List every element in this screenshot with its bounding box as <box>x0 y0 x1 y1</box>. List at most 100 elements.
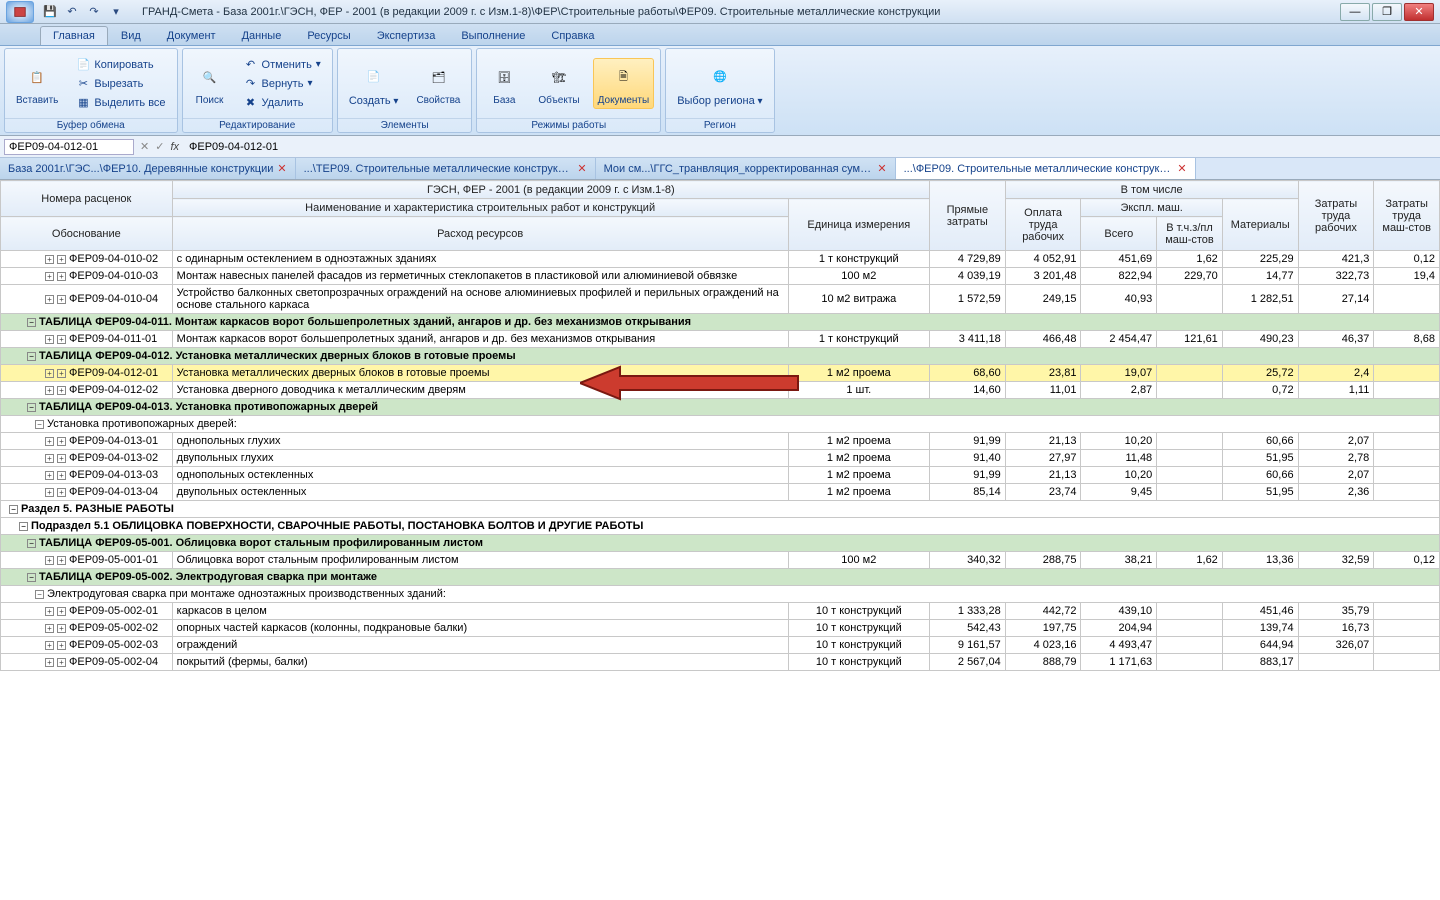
tree-toggle[interactable]: + <box>45 255 54 264</box>
tree-toggle[interactable]: + <box>57 437 66 446</box>
table-row[interactable]: ++ ФЕР09-04-013-04двупольных остекленных… <box>1 484 1440 501</box>
tree-toggle[interactable]: + <box>57 386 66 395</box>
tree-toggle[interactable]: + <box>45 641 54 650</box>
tree-toggle[interactable]: + <box>45 454 54 463</box>
tree-toggle[interactable]: + <box>57 641 66 650</box>
table-row[interactable]: − Установка противопожарных дверей: <box>1 416 1440 433</box>
table-row[interactable]: ++ ФЕР09-04-011-01Монтаж каркасов ворот … <box>1 331 1440 348</box>
close-tab-icon[interactable]: ✕ <box>277 162 286 175</box>
tree-toggle[interactable]: + <box>45 658 54 667</box>
table-row[interactable]: ++ ФЕР09-04-013-03однопольных остекленны… <box>1 467 1440 484</box>
col-labor-mach[interactable]: Затраты труда маш-стов <box>1374 181 1440 251</box>
paste-button[interactable]: 📋 Вставить <box>11 58 63 109</box>
table-row[interactable]: ++ ФЕР09-04-013-01однопольных глухих1 м2… <box>1 433 1440 450</box>
tree-toggle[interactable]: + <box>57 272 66 281</box>
tree-toggle[interactable]: + <box>45 335 54 344</box>
tree-toggle[interactable]: + <box>57 454 66 463</box>
tab-Выполнение[interactable]: Выполнение <box>448 26 538 45</box>
table-row[interactable]: ++ ФЕР09-04-010-02с одинарным остекление… <box>1 251 1440 268</box>
tree-toggle[interactable]: + <box>45 295 54 304</box>
tree-toggle[interactable]: + <box>57 624 66 633</box>
tree-toggle[interactable]: − <box>27 573 36 582</box>
close-tab-icon[interactable]: ✕ <box>1177 162 1186 175</box>
region-button[interactable]: 🌐 Выбор региона ▾ <box>672 58 767 110</box>
tree-toggle[interactable]: + <box>57 658 66 667</box>
qat-down-icon[interactable]: ▾ <box>106 3 126 21</box>
cut-button[interactable]: ✂Вырезать <box>71 75 170 93</box>
cancel-icon[interactable]: ✕ <box>140 140 149 153</box>
col-including[interactable]: В том числе <box>1005 181 1298 199</box>
close-tab-icon[interactable]: ✕ <box>577 162 586 175</box>
tree-toggle[interactable]: − <box>27 403 36 412</box>
tree-toggle[interactable]: + <box>57 295 66 304</box>
properties-button[interactable]: 🗂 Свойства <box>411 58 465 109</box>
search-button[interactable]: 🔍 Поиск <box>189 58 231 109</box>
table-row[interactable]: − ТАБЛИЦА ФЕР09-04-013. Установка против… <box>1 399 1440 416</box>
table-row[interactable]: ++ ФЕР09-04-012-01Установка металлически… <box>1 365 1440 382</box>
tree-toggle[interactable]: + <box>45 471 54 480</box>
tree-toggle[interactable]: + <box>45 624 54 633</box>
copy-button[interactable]: 📄Копировать <box>71 56 170 74</box>
col-wage[interactable]: Оплата труда рабочих <box>1005 199 1081 251</box>
tree-toggle[interactable]: + <box>45 369 54 378</box>
col-unit[interactable]: Единица измерения <box>788 199 929 251</box>
fx-icon[interactable]: fx <box>170 141 179 153</box>
table-row[interactable]: − ТАБЛИЦА ФЕР09-04-012. Установка металл… <box>1 348 1440 365</box>
tree-toggle[interactable]: − <box>9 505 18 514</box>
base-button[interactable]: 🗄 База <box>483 58 525 109</box>
col-resource[interactable]: Расход ресурсов <box>172 217 788 251</box>
tree-toggle[interactable]: − <box>35 420 44 429</box>
table-row[interactable]: − Электродуговая сварка при монтаже одно… <box>1 586 1440 603</box>
tree-toggle[interactable]: + <box>57 556 66 565</box>
table-row[interactable]: − ТАБЛИЦА ФЕР09-05-002. Электродуговая с… <box>1 569 1440 586</box>
delete-button[interactable]: ✖Удалить <box>239 94 326 112</box>
tree-toggle[interactable]: − <box>19 522 28 531</box>
accept-icon[interactable]: ✓ <box>155 140 164 153</box>
col-labor-workers[interactable]: Затраты труда рабочих <box>1298 181 1374 251</box>
name-box[interactable]: ФЕР09-04-012-01 <box>4 139 134 155</box>
tree-toggle[interactable]: + <box>57 607 66 616</box>
qat-redo-icon[interactable]: ↷ <box>84 3 104 21</box>
table-row[interactable]: ++ ФЕР09-05-002-01каркасов в целом10 т к… <box>1 603 1440 620</box>
app-orb[interactable] <box>6 1 34 23</box>
doc-tab[interactable]: База 2001г.\ГЭС...\ФЕР10. Деревянные кон… <box>0 158 296 179</box>
table-row[interactable]: ++ ФЕР09-05-002-02опорных частей каркасо… <box>1 620 1440 637</box>
table-row[interactable]: ++ ФЕР09-04-012-02Установка дверного дов… <box>1 382 1440 399</box>
formula-value[interactable]: ФЕР09-04-012-01 <box>185 140 1436 154</box>
close-button[interactable]: ✕ <box>1404 3 1434 21</box>
table-row[interactable]: − ТАБЛИЦА ФЕР09-04-011. Монтаж каркасов … <box>1 314 1440 331</box>
qat-undo-icon[interactable]: ↶ <box>62 3 82 21</box>
tree-toggle[interactable]: + <box>57 488 66 497</box>
doc-tab[interactable]: Мои см...\ГГС_транвляция_корректированна… <box>596 158 896 179</box>
tree-toggle[interactable]: + <box>45 488 54 497</box>
tree-toggle[interactable]: + <box>57 369 66 378</box>
tree-toggle[interactable]: + <box>45 556 54 565</box>
tab-Вид[interactable]: Вид <box>108 26 154 45</box>
col-mach-total[interactable]: Всего <box>1081 217 1157 251</box>
tree-toggle[interactable]: − <box>35 590 44 599</box>
tree-toggle[interactable]: + <box>57 255 66 264</box>
col-direct[interactable]: Прямые затраты <box>929 181 1005 251</box>
table-row[interactable]: ++ ФЕР09-04-013-02двупольных глухих1 м2 … <box>1 450 1440 467</box>
tree-toggle[interactable]: + <box>45 386 54 395</box>
documents-button[interactable]: 🗎 Документы <box>593 58 655 109</box>
create-button[interactable]: 📄 Создать ▾ <box>344 58 404 110</box>
col-name[interactable]: Наименование и характеристика строительн… <box>172 199 788 217</box>
tab-Данные[interactable]: Данные <box>229 26 295 45</box>
table-row[interactable]: ++ ФЕР09-05-001-01Облицовка ворот стальн… <box>1 552 1440 569</box>
tab-Справка[interactable]: Справка <box>538 26 607 45</box>
close-tab-icon[interactable]: ✕ <box>877 162 886 175</box>
qat-save-icon[interactable]: 💾 <box>40 3 60 21</box>
table-row[interactable]: ++ ФЕР09-05-002-03ограждений10 т констру… <box>1 637 1440 654</box>
maximize-button[interactable]: ❐ <box>1372 3 1402 21</box>
redo-button[interactable]: ↷Вернуть ▾ <box>239 75 326 93</box>
doc-tab[interactable]: ...\ТЕР09. Строительные металлические ко… <box>296 158 596 179</box>
tree-toggle[interactable]: + <box>45 272 54 281</box>
tree-toggle[interactable]: − <box>27 318 36 327</box>
table-row[interactable]: ++ ФЕР09-05-002-04покрытий (фермы, балки… <box>1 654 1440 671</box>
table-row[interactable]: ++ ФЕР09-04-010-03Монтаж навесных панеле… <box>1 268 1440 285</box>
table-row[interactable]: − ТАБЛИЦА ФЕР09-05-001. Облицовка ворот … <box>1 535 1440 552</box>
tab-Главная[interactable]: Главная <box>40 26 108 45</box>
minimize-button[interactable]: — <box>1340 3 1370 21</box>
col-basis[interactable]: Обоснование <box>1 217 173 251</box>
